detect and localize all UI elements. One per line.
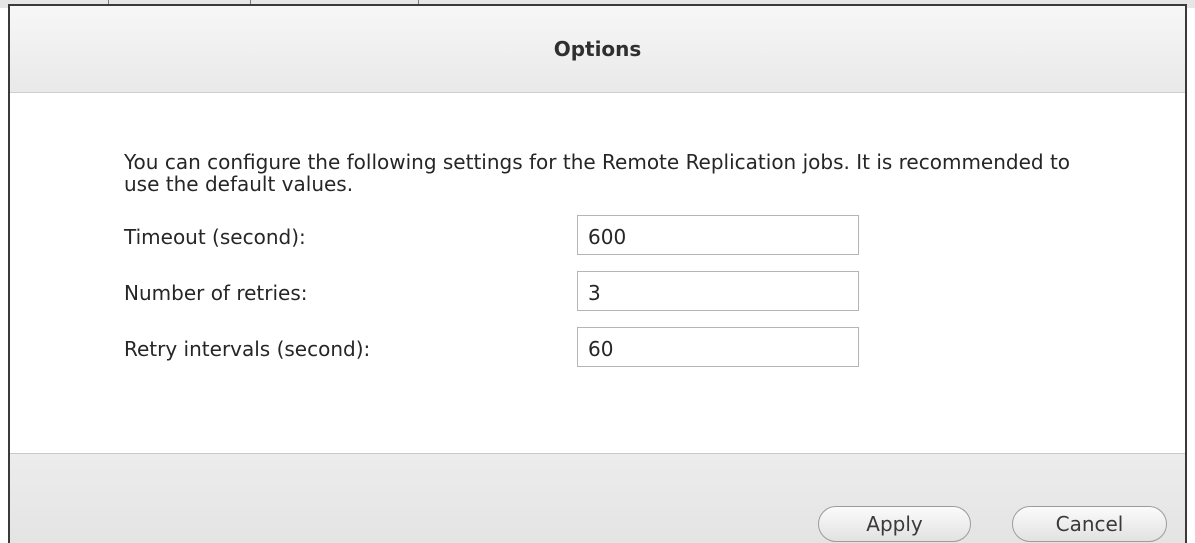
dialog-content: You can configure the following settings… [10, 93, 1185, 453]
timeout-label: Timeout (second): [124, 225, 306, 249]
dialog-description: You can configure the following settings… [124, 150, 1071, 196]
dialog-footer: Apply Cancel [10, 453, 1185, 543]
timeout-input[interactable] [577, 215, 859, 255]
retries-label: Number of retries: [124, 281, 308, 305]
dialog-title: Options [553, 37, 642, 61]
retry-interval-input[interactable] [577, 327, 859, 367]
options-dialog: Options You can configure the following … [8, 4, 1187, 543]
retry-interval-label: Retry intervals (second): [124, 337, 371, 361]
cancel-button[interactable]: Cancel [1012, 506, 1167, 542]
apply-button[interactable]: Apply [818, 506, 971, 542]
retries-input[interactable] [577, 271, 859, 311]
dialog-titlebar[interactable]: Options [10, 6, 1185, 93]
